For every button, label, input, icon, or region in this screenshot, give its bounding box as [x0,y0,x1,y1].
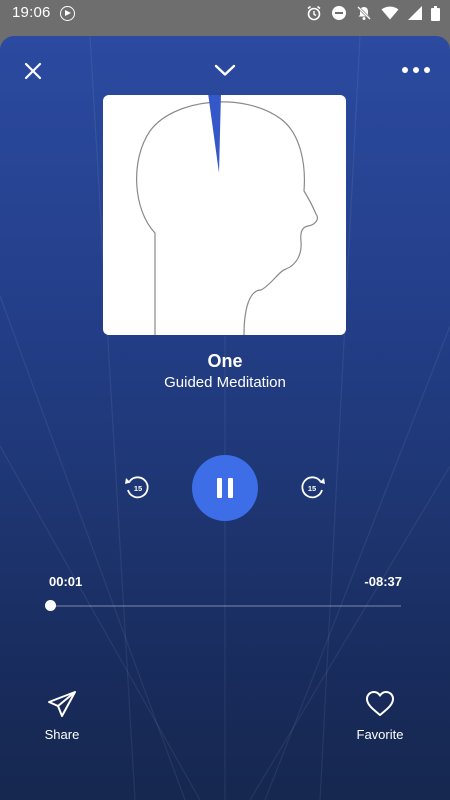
pause-icon [217,478,233,498]
forward-seconds-label: 15 [308,484,316,493]
forward-15-icon: 15 [301,476,325,499]
close-button[interactable] [18,56,48,86]
status-bar: 19:06 [0,0,450,28]
alarm-icon [306,5,322,26]
collapse-button[interactable] [209,56,241,84]
rewind-seconds-label: 15 [134,484,142,493]
status-icons [306,5,440,26]
close-icon [24,62,42,80]
status-time: 19:06 [12,4,51,21]
elapsed-time: 00:01 [49,574,83,589]
share-button[interactable]: Share [27,690,97,742]
play-circle-icon [60,6,75,21]
wifi-icon [381,6,399,25]
paper-plane-icon [48,691,76,717]
head-profile-illustration [136,95,319,335]
pause-button[interactable] [192,455,258,521]
player-sheet: One Guided Meditation 15 15 00:01 -08:37… [0,36,450,800]
album-artwork [103,95,346,335]
rewind-15-icon: 15 [125,476,149,499]
forward-15-button[interactable]: 15 [298,472,328,502]
progress-thumb[interactable] [45,600,56,611]
heart-icon [366,691,394,716]
more-horizontal-icon [402,67,430,73]
battery-icon [431,5,440,26]
favorite-label: Favorite [356,727,404,742]
signal-icon [408,6,422,25]
remaining-time: -08:37 [364,574,402,589]
favorite-button[interactable]: Favorite [345,690,415,742]
track-title: One [207,351,243,371]
track-subtitle: Guided Meditation [164,374,286,391]
progress-bar[interactable] [45,600,401,611]
do-not-disturb-icon [331,5,347,26]
chevron-down-icon [214,64,236,76]
share-label: Share [44,727,80,742]
rewind-15-button[interactable]: 15 [122,472,152,502]
notifications-off-icon [356,5,372,26]
more-options-button[interactable] [398,58,434,82]
